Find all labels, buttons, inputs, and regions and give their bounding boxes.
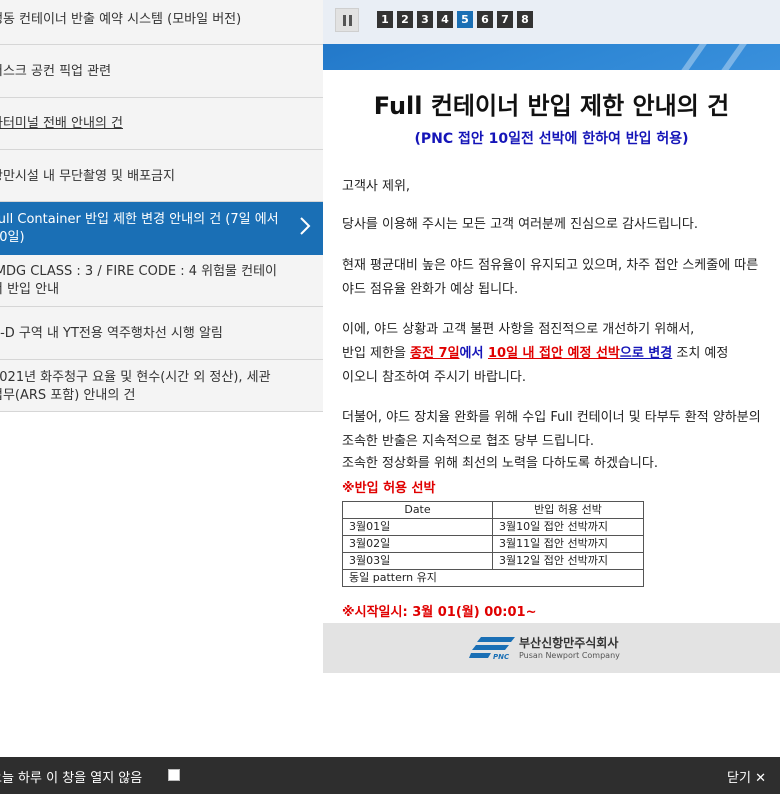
sidebar-item-label: IMDG CLASS : 3 / FIRE CODE : 4 위험물 컨테이너 … — [0, 264, 278, 297]
svg-text:PNC: PNC — [493, 653, 510, 661]
table-header-row: Date 반입 허용 선박 — [342, 501, 644, 519]
sidebar-item-2021-rates[interactable]: 2021년 화주청구 요율 및 현수(시간 외 정산), 세관 업무(ARS 포… — [0, 360, 323, 412]
pause-icon — [343, 15, 346, 26]
sidebar-item-label: 2021년 화주청구 요율 및 현수(시간 외 정산), 세관 업무(ARS 포… — [0, 370, 271, 403]
chevron-right-icon — [300, 217, 311, 235]
slide-page-2[interactable]: 2 — [397, 11, 413, 28]
change-highlight: 으로 변경 — [619, 346, 673, 361]
hide-today-checkbox[interactable] — [168, 769, 180, 781]
table-row: 3월03일 3월12일 접안 선박까지 — [342, 552, 644, 570]
notice-paragraph-2: 이에, 야드 상황과 고객 불편 사항을 점진적으로 개선하기 위해서, 반입 … — [342, 318, 767, 390]
notice-banner: 1 2 3 4 5 6 7 8 — [323, 0, 780, 70]
new-period-highlight: 10일 내 접안 예정 선박 — [487, 346, 620, 361]
start-datetime-note: ※시작일시: 3월 01(월) 00:01~ — [342, 605, 537, 620]
slide-page-6[interactable]: 6 — [477, 11, 493, 28]
notice-popup: 1 2 3 4 5 6 7 8 Full 컨테이너 반입 제한 안내의 건 (P… — [323, 0, 780, 673]
sidebar-item-label: 버스크 공컨 픽업 관련 — [0, 64, 112, 79]
sidebar-item-label: Full Container 반입 제한 변경 안내의 건 (7일 에서 10일… — [0, 212, 279, 245]
notice-title: Full 컨테이너 반입 제한 안내의 건 — [373, 92, 730, 120]
sidebar-item-label: 타터미널 전배 안내의 건 — [0, 116, 123, 131]
notice-greeting: 고객사 제위, — [342, 179, 411, 194]
sidebar-item-label: 항만시설 내 무단촬영 및 배포금지 — [0, 169, 175, 184]
sidebar-item-no-filming[interactable]: 항만시설 내 무단촬영 및 배포금지 — [0, 150, 323, 202]
slide-page-3[interactable]: 3 — [417, 11, 433, 28]
old-period-highlight: 종전 7일 — [410, 346, 460, 361]
slide-page-8[interactable]: 8 — [517, 11, 533, 28]
sidebar-item-imdg-class[interactable]: IMDG CLASS : 3 / FIRE CODE : 4 위험물 컨테이너 … — [0, 255, 323, 307]
table-header-vessel: 반입 허용 선박 — [492, 501, 644, 519]
close-button[interactable]: 닫기 ✕ — [727, 767, 766, 786]
sidebar-item-yt-lane[interactable]: C-D 구역 내 YT전용 역주행차선 시행 알림 — [0, 307, 323, 360]
notice-paragraph-2-line-1: 이에, 야드 상황과 고객 불편 사항을 점진적으로 개선하기 위해서, — [342, 322, 695, 337]
pnc-logo-icon: PNC — [469, 637, 515, 661]
hide-today-label[interactable]: 오늘 하루 이 창을 열지 않음 — [0, 767, 142, 786]
popup-bottom-bar: 오늘 하루 이 창을 열지 않음 닫기 ✕ — [0, 757, 780, 794]
company-name-english: Pusan Newport Company — [519, 651, 620, 660]
notice-paragraph-3: 더불어, 야드 장치율 완화를 위해 수입 Full 컨테이너 및 타부두 환적… — [342, 410, 761, 449]
sidebar-item-container-reservation[interactable]: 뻥동 컨테이너 반출 예약 시스템 (모바일 버전) — [0, 0, 323, 45]
sidebar-item-empty-pickup[interactable]: 버스크 공컨 픽업 관련 — [0, 45, 323, 98]
notice-thanks: 당사를 이용해 주시는 모든 고객 여러분께 진심으로 감사드립니다. — [342, 217, 698, 232]
table-header-date: Date — [342, 501, 493, 519]
sidebar-item-label: 뻥동 컨테이너 반출 예약 시스템 (모바일 버전) — [0, 12, 242, 27]
sidebar-item-label: C-D 구역 내 YT전용 역주행차선 시행 알림 — [0, 326, 223, 341]
table-row: 동일 pattern 유지 — [342, 569, 644, 587]
allowed-vessel-table: Date 반입 허용 선박 3월01일 3월10일 접안 선박까지 3월02일 … — [342, 501, 644, 587]
allowed-vessel-heading: ※반입 허용 선박 — [342, 481, 436, 496]
notice-paragraph-2-line-3: 이오니 참조하여 주시기 바랍니다. — [342, 370, 526, 385]
slide-page-4[interactable]: 4 — [437, 11, 453, 28]
sidebar-item-terminal-transfer[interactable]: 타터미널 전배 안내의 건 — [0, 98, 323, 150]
notice-list-sidebar: 뻥동 컨테이너 반출 예약 시스템 (모바일 버전) 버스크 공컨 픽업 관련 … — [0, 0, 323, 412]
notice-subtitle: (PNC 접안 10일전 선박에 한하여 반입 허용) — [414, 131, 689, 147]
slide-page-7[interactable]: 7 — [497, 11, 513, 28]
sidebar-item-full-container-limit[interactable]: Full Container 반입 제한 변경 안내의 건 (7일 에서 10일… — [0, 202, 323, 255]
company-logo-area: PNC 부산신항만주식회사 Pusan Newport Company — [323, 623, 780, 673]
pause-button[interactable] — [335, 8, 359, 32]
table-footer-note: 동일 pattern 유지 — [342, 569, 644, 587]
company-name: 부산신항만주식회사 — [519, 636, 619, 650]
notice-paragraph-4: 조속한 정상화를 위해 최선의 노력을 다하도록 하겠습니다. — [342, 456, 658, 471]
notice-paragraph-1: 현재 평균대비 높은 야드 점유율이 유지되고 있으며, 차주 접안 스케줄에 … — [342, 258, 759, 297]
slide-page-5[interactable]: 5 — [457, 11, 473, 28]
slide-page-1[interactable]: 1 — [377, 11, 393, 28]
table-row: 3월02일 3월11일 접안 선박까지 — [342, 535, 644, 553]
table-row: 3월01일 3월10일 접안 선박까지 — [342, 518, 644, 536]
notice-paragraph-2-line-2: 반입 제한을 종전 7일에서 10일 내 접안 예정 선박으로 변경 조치 예정 — [342, 346, 729, 361]
